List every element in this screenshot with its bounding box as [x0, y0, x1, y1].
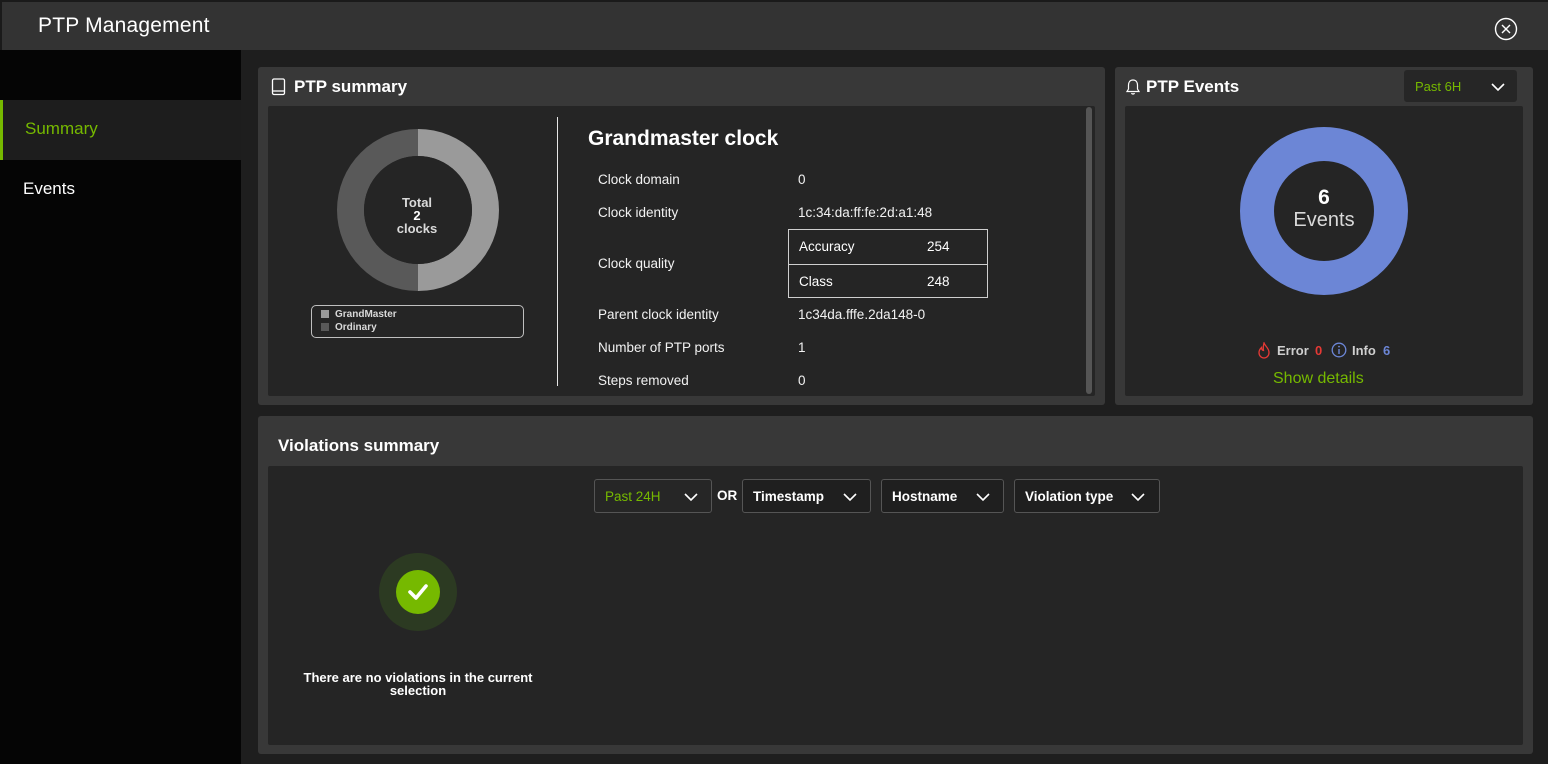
show-details-link[interactable]: Show details — [1273, 370, 1364, 388]
sidebar-item-label: Events — [23, 179, 75, 198]
violations-title: Violations summary — [278, 436, 440, 455]
legend-item-ordinary: Ordinary — [321, 322, 377, 333]
bell-icon — [1125, 79, 1141, 95]
sidebar-item-events[interactable]: Events — [0, 160, 241, 220]
legend-item-grandmaster: GrandMaster — [321, 309, 397, 320]
clock-identity-value: 1c:34:da:ff:fe:2d:a1:48 — [798, 205, 933, 220]
sidebar: Summary Events — [0, 50, 241, 764]
violations-range-value: Past 24H — [605, 489, 661, 504]
violations-range-dropdown[interactable]: Past 24H — [594, 479, 712, 513]
events-center-label: 6 Events — [1274, 186, 1374, 232]
events-range-dropdown[interactable]: Past 6H — [1404, 70, 1517, 102]
events-range-value: Past 6H — [1415, 79, 1462, 94]
chevron-down-icon — [1491, 83, 1505, 92]
error-label: Error — [1277, 343, 1309, 358]
chevron-down-icon — [976, 493, 990, 502]
legend-label: GrandMaster — [335, 309, 397, 320]
quality-value: 254 — [927, 239, 950, 254]
donut-center-label: Total 2 clocks — [377, 196, 457, 235]
clock-quality-table: Accuracy 254 Class 248 — [788, 229, 988, 298]
error-count: 0 — [1315, 343, 1323, 358]
parent-identity-label: Parent clock identity — [598, 307, 719, 322]
timestamp-label: Timestamp — [753, 489, 825, 504]
hostname-dropdown[interactable]: Hostname — [881, 479, 1004, 513]
checkmark-icon — [408, 584, 428, 600]
fire-icon — [1258, 342, 1270, 359]
clock-domain-label: Clock domain — [598, 172, 680, 187]
violation-type-label: Violation type — [1025, 489, 1114, 504]
violation-type-dropdown[interactable]: Violation type — [1014, 479, 1160, 513]
ptp-ports-label: Number of PTP ports — [598, 340, 725, 355]
events-count: 6 — [1318, 186, 1330, 209]
chevron-down-icon — [1131, 493, 1145, 502]
steps-removed-value: 0 — [798, 373, 806, 388]
grandmaster-heading: Grandmaster clock — [588, 127, 779, 150]
clock-quality-label: Clock quality — [598, 256, 675, 271]
ptp-ports-value: 1 — [798, 340, 806, 355]
book-icon — [271, 78, 286, 96]
quality-row-accuracy: Accuracy 254 — [789, 230, 987, 264]
parent-identity-value: 1c34da.fffe.2da148-0 — [798, 307, 926, 322]
donut-center-unit: clocks — [396, 221, 438, 236]
quality-row-class: Class 248 — [789, 264, 987, 298]
quality-value: 248 — [927, 274, 950, 289]
sidebar-item-summary[interactable]: Summary — [0, 100, 241, 160]
info-count: 6 — [1383, 343, 1391, 358]
donut-legend: GrandMaster Ordinary — [311, 305, 524, 338]
legend-label: Ordinary — [335, 322, 377, 333]
or-label: OR — [717, 488, 738, 503]
clock-identity-label: Clock identity — [598, 205, 679, 220]
title-bar: PTP Management — [0, 0, 1548, 50]
legend-swatch — [321, 310, 329, 318]
summary-scrollbar[interactable] — [1086, 107, 1092, 394]
events-count-label: Events — [1293, 209, 1355, 231]
legend-swatch — [321, 323, 329, 331]
ptp-summary-title: PTP summary — [294, 77, 408, 96]
info-label: Info — [1352, 343, 1376, 358]
steps-removed-label: Steps removed — [598, 373, 689, 388]
chevron-down-icon — [684, 493, 698, 502]
sidebar-item-label: Summary — [25, 119, 98, 138]
quality-key: Class — [799, 274, 833, 289]
summary-divider — [557, 117, 558, 386]
chevron-down-icon — [843, 493, 857, 502]
close-icon[interactable] — [1494, 17, 1518, 41]
no-violations-message: There are no violations in the current s… — [303, 670, 533, 698]
hostname-label: Hostname — [892, 489, 958, 504]
info-icon — [1331, 342, 1347, 358]
timestamp-dropdown[interactable]: Timestamp — [742, 479, 871, 513]
clock-domain-value: 0 — [798, 172, 806, 187]
ptp-events-title: PTP Events — [1146, 77, 1240, 96]
window-title: PTP Management — [38, 14, 210, 37]
quality-key: Accuracy — [799, 239, 855, 254]
